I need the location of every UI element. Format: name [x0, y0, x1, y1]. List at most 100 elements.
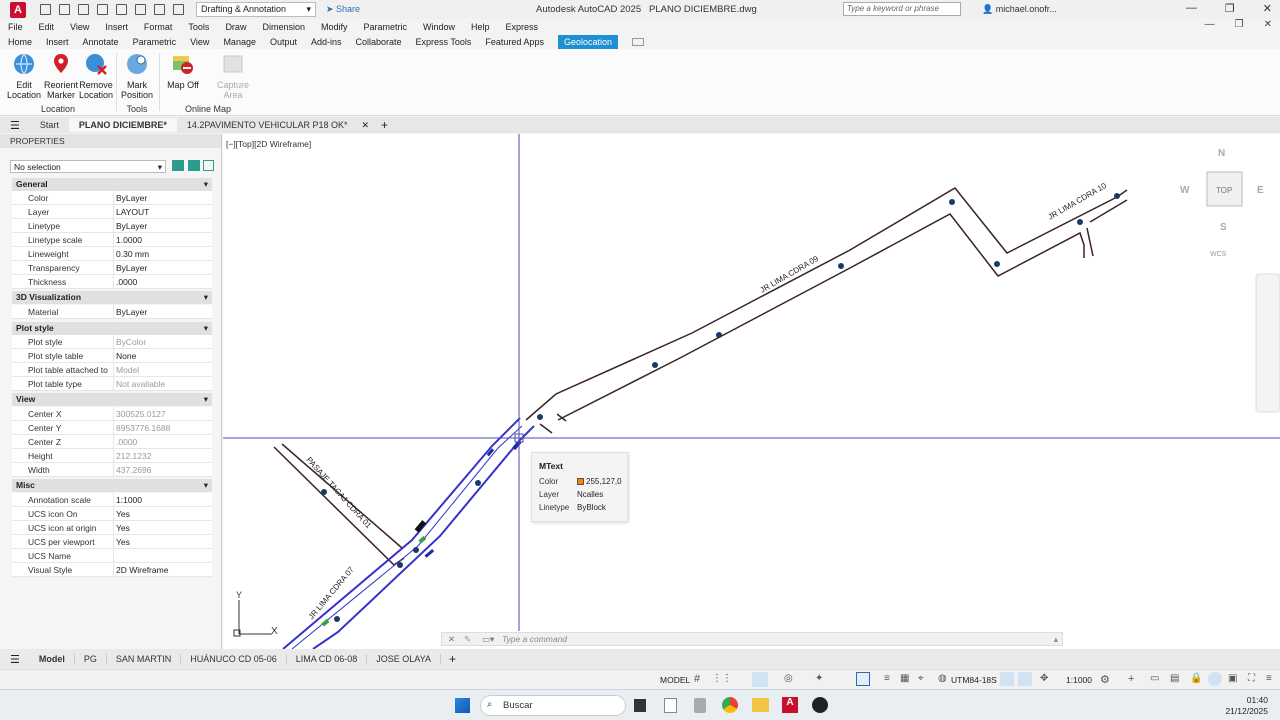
viewport-controls[interactable]: [−][Top][2D Wireframe]	[226, 139, 311, 149]
property-row[interactable]: Center X 300525.0127	[12, 407, 212, 421]
viewcube-east[interactable]: E	[1257, 185, 1264, 196]
property-row[interactable]: Thickness .0000	[12, 275, 212, 289]
viewcube-north[interactable]: N	[1218, 148, 1225, 159]
ribbon-options-icon[interactable]	[632, 37, 644, 46]
app-icon[interactable]	[694, 698, 706, 713]
property-value[interactable]: Not available	[114, 377, 165, 390]
property-value[interactable]: Yes	[114, 521, 130, 534]
property-value[interactable]: 2D Wireframe	[114, 563, 168, 576]
undo-icon[interactable]	[154, 4, 165, 15]
model-space-toggle[interactable]: MODEL	[660, 675, 690, 685]
property-row[interactable]: Height 212.1232	[12, 449, 212, 463]
close-icon[interactable]: ✕	[1263, 2, 1272, 15]
app-menu-icon[interactable]: ☰	[0, 119, 30, 132]
property-row[interactable]: Annotation scale 1:1000	[12, 493, 212, 507]
property-row[interactable]: Width 437.2696	[12, 463, 212, 477]
lineweight-icon[interactable]: ≡	[884, 673, 890, 684]
quick-select-icon[interactable]	[203, 160, 214, 171]
menu-express[interactable]: Express	[506, 22, 539, 32]
layout-tab-huanuco[interactable]: HUÁNUCO CD 05-06	[181, 654, 287, 664]
property-value[interactable]: ByLayer	[114, 305, 147, 318]
menu-view[interactable]: View	[70, 22, 89, 32]
viewcube-south[interactable]: S	[1220, 222, 1227, 233]
notepad-icon[interactable]	[664, 698, 677, 713]
property-row[interactable]: Plot table type Not available	[12, 377, 212, 391]
viewcube-top-label[interactable]: TOP	[1216, 186, 1232, 195]
recent-commands-icon[interactable]: ▭▾	[482, 634, 494, 645]
grid-icon[interactable]: #	[694, 673, 700, 685]
menu-insert[interactable]: Insert	[105, 22, 128, 32]
property-value[interactable]: ByColor	[114, 335, 146, 348]
isolate-objects-icon[interactable]	[1208, 672, 1222, 686]
chevron-up-icon[interactable]: ▴	[1054, 634, 1058, 645]
toggle-pickadd-icon[interactable]	[172, 160, 184, 171]
property-value[interactable]: 1:1000	[114, 493, 142, 506]
property-value[interactable]: 0.30 mm	[114, 247, 149, 260]
file-explorer-icon[interactable]	[752, 698, 769, 712]
property-value[interactable]: Yes	[114, 535, 130, 548]
drawing-svg[interactable]: JR LIMA CDRA 09 JR LIMA CDRA 10 PASAJE T…	[223, 134, 1280, 649]
open-icon[interactable]	[59, 4, 70, 15]
menu-draw[interactable]: Draw	[225, 22, 246, 32]
property-row[interactable]: Plot style ByColor	[12, 335, 212, 349]
tab-manage[interactable]: Manage	[223, 37, 256, 47]
mark-position-button[interactable]: Mark Position	[119, 53, 155, 100]
drawing-canvas[interactable]: JR LIMA CDRA 09 JR LIMA CDRA 10 PASAJE T…	[223, 134, 1280, 649]
autocad-taskbar-icon[interactable]: A	[782, 697, 798, 713]
customize-icon[interactable]: ✎	[464, 634, 471, 645]
workspace-select[interactable]: Drafting & Annotation ▾	[196, 2, 316, 17]
navigation-bar[interactable]	[1255, 273, 1280, 413]
edit-location-button[interactable]: Edit Location	[6, 53, 42, 100]
autoscale-icon[interactable]: ✥	[1040, 673, 1048, 684]
layout-menu-icon[interactable]: ☰	[0, 653, 30, 666]
annotation-monitor-icon[interactable]	[1000, 672, 1014, 686]
tab-view[interactable]: View	[190, 37, 209, 47]
user-account[interactable]: 👤 michael.onofr...	[982, 4, 1057, 15]
annotation-scale[interactable]: 1:1000	[1066, 675, 1092, 685]
isodraft-icon[interactable]: ✦	[815, 673, 823, 684]
customization-icon[interactable]: ≡	[1266, 673, 1272, 684]
doc-restore-icon[interactable]: ❐	[1235, 19, 1244, 30]
tab-geolocation[interactable]: Geolocation	[557, 34, 618, 49]
select-objects-icon[interactable]	[188, 160, 200, 171]
capture-area-button[interactable]: Capture Area	[214, 53, 252, 100]
minimize-icon[interactable]: —	[1186, 2, 1197, 15]
clean-screen-icon[interactable]: ⛶	[1248, 673, 1255, 684]
command-line[interactable]: ✕ ✎ ▭▾ Type a command ▴	[441, 632, 1063, 646]
new-tab-icon[interactable]: +	[373, 118, 396, 132]
reorient-marker-button[interactable]: Reorient Marker	[44, 53, 78, 100]
close-icon[interactable]: ✕	[448, 634, 455, 645]
autocad-logo[interactable]: A	[10, 1, 26, 18]
tab-express-tools[interactable]: Express Tools	[416, 37, 472, 47]
wcs-menu[interactable]: WCS	[1210, 251, 1227, 258]
property-value[interactable]: Yes	[114, 507, 130, 520]
layout-tab-lima[interactable]: LIMA CD 06-08	[287, 654, 368, 664]
doc-close-icon[interactable]: ✕	[1264, 19, 1272, 30]
tab-annotate[interactable]: Annotate	[83, 37, 119, 47]
layout-tab-san-martin[interactable]: SAN MARTIN	[107, 654, 182, 664]
annotation-visibility-icon[interactable]	[1018, 672, 1032, 686]
property-value[interactable]: 8953776.1688	[114, 421, 170, 434]
save-icon[interactable]	[78, 4, 89, 15]
tab-add-ins[interactable]: Add-ins	[311, 37, 342, 47]
windows-start-icon[interactable]	[455, 698, 470, 713]
graphics-performance-icon[interactable]: ▣	[1228, 673, 1237, 684]
file-tab-start[interactable]: Start	[30, 118, 69, 132]
polar-icon[interactable]: ◎	[784, 673, 793, 684]
property-row[interactable]: Center Y 8953776.1688	[12, 421, 212, 435]
save-as-icon[interactable]	[97, 4, 108, 15]
property-value[interactable]: None	[114, 349, 136, 362]
menu-format[interactable]: Format	[144, 22, 173, 32]
property-value[interactable]: Model	[114, 363, 139, 376]
menu-dimension[interactable]: Dimension	[262, 22, 305, 32]
file-tab-pavimento[interactable]: 14.2PAVIMENTO VEHICULAR P18 OK*	[177, 118, 358, 132]
property-row[interactable]: Lineweight 0.30 mm	[12, 247, 212, 261]
property-value[interactable]: ByLayer	[114, 219, 147, 232]
coordinate-system[interactable]: UTM84-18S	[951, 675, 997, 685]
task-view-icon[interactable]	[634, 699, 646, 712]
property-value[interactable]: .0000	[114, 435, 137, 448]
property-row[interactable]: Plot table attached to Model	[12, 363, 212, 377]
property-row[interactable]: Material ByLayer	[12, 305, 212, 319]
property-row[interactable]: UCS Name	[12, 549, 212, 563]
selected-street-section[interactable]	[282, 417, 535, 649]
